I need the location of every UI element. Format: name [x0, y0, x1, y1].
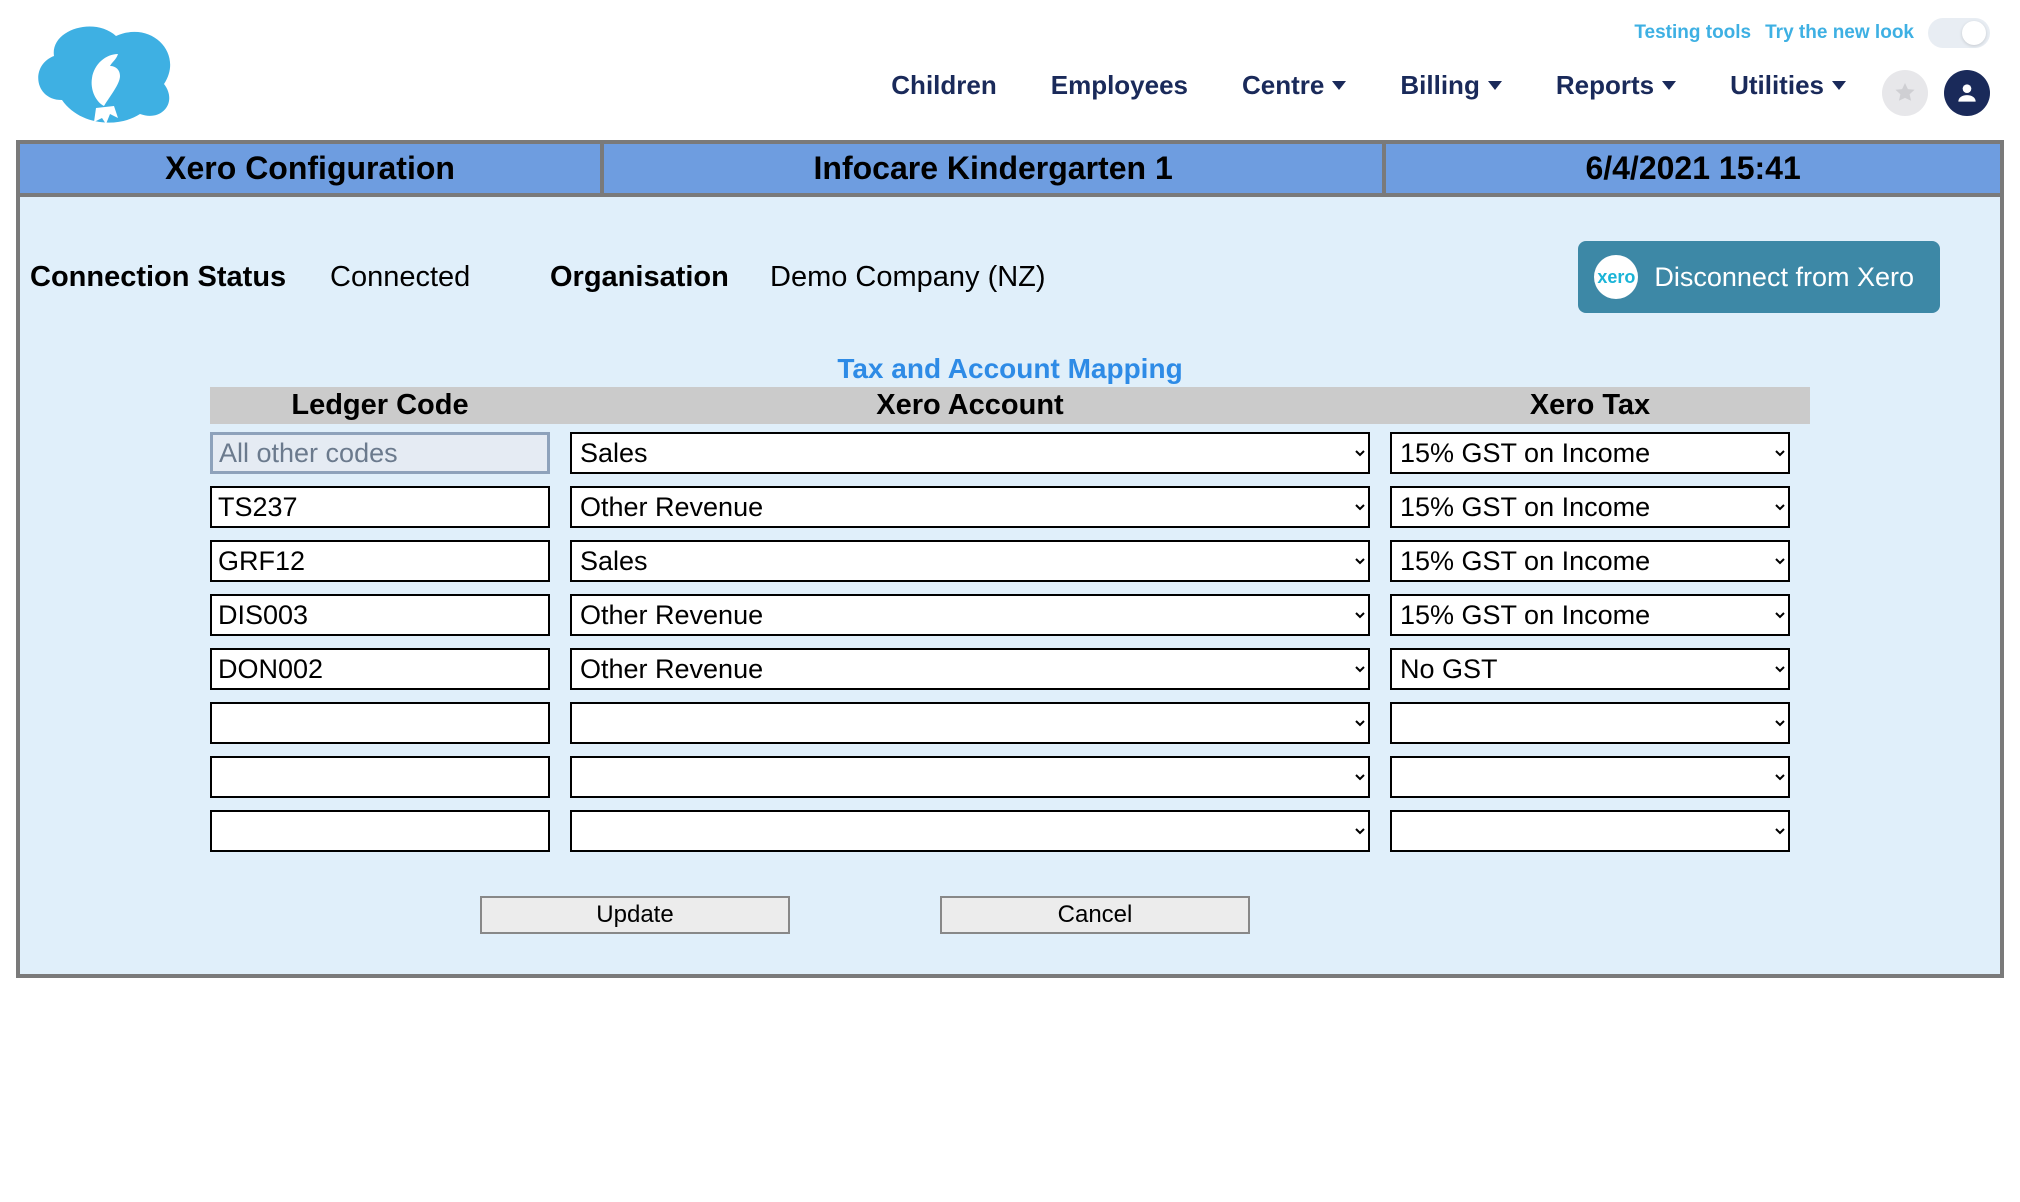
mapping-section: Tax and Account Mapping Ledger Code Xero… — [210, 353, 1810, 934]
nav-reports[interactable]: Reports — [1556, 70, 1676, 101]
ledger-code-input — [210, 432, 550, 474]
caret-down-icon — [1662, 81, 1676, 90]
ledger-code-input[interactable] — [210, 810, 550, 852]
title-center: Infocare Kindergarten 1 — [604, 144, 1386, 193]
organisation-label: Organisation — [550, 261, 760, 294]
xero-account-select[interactable]: SalesOther Revenue — [570, 648, 1370, 690]
user-icon — [1954, 80, 1980, 106]
nav-billing[interactable]: Billing — [1400, 70, 1501, 101]
mapping-header: Ledger Code Xero Account Xero Tax — [210, 387, 1810, 424]
mapping-title: Tax and Account Mapping — [210, 353, 1810, 385]
xero-badge-icon: xero — [1594, 255, 1638, 299]
caret-down-icon — [1488, 81, 1502, 90]
header-account: Xero Account — [570, 389, 1370, 422]
xero-tax-select[interactable]: 15% GST on IncomeNo GST — [1390, 486, 1790, 528]
connection-status-value: Connected — [330, 261, 540, 294]
nav-utilities-label: Utilities — [1730, 70, 1824, 101]
xero-tax-select[interactable]: 15% GST on IncomeNo GST — [1390, 594, 1790, 636]
status-row: Connection Status Connected Organisation… — [20, 197, 2000, 323]
main-nav: Children Employees Centre Billing Report… — [891, 70, 1996, 101]
user-menu-button[interactable] — [1944, 70, 1990, 116]
theme-toggle[interactable] — [1928, 18, 1990, 48]
xero-account-select[interactable]: SalesOther Revenue — [570, 540, 1370, 582]
xero-tax-select[interactable]: 15% GST on IncomeNo GST — [1390, 702, 1790, 744]
ledger-code-input[interactable] — [210, 702, 550, 744]
mapping-grid: SalesOther Revenue 15% GST on IncomeNo GS… — [210, 432, 1810, 852]
organisation-value: Demo Company (NZ) — [770, 261, 1130, 294]
nav-reports-label: Reports — [1556, 70, 1654, 101]
header-ledger: Ledger Code — [210, 389, 550, 422]
title-right: 6/4/2021 15:41 — [1386, 144, 2000, 193]
xero-account-select[interactable]: SalesOther Revenue — [570, 432, 1370, 474]
xero-tax-select[interactable]: 15% GST on IncomeNo GST — [1390, 756, 1790, 798]
top-bar: Testing tools Try the new look Children … — [0, 0, 2020, 140]
xero-tax-select[interactable]: 15% GST on IncomeNo GST — [1390, 810, 1790, 852]
ledger-code-input[interactable] — [210, 648, 550, 690]
ledger-code-input[interactable] — [210, 540, 550, 582]
nav-utilities[interactable]: Utilities — [1730, 70, 1846, 101]
caret-down-icon — [1332, 81, 1346, 90]
title-row: Xero Configuration Infocare Kindergarten… — [20, 144, 2000, 197]
nav-centre[interactable]: Centre — [1242, 70, 1346, 101]
ledger-code-input[interactable] — [210, 594, 550, 636]
caret-down-icon — [1832, 81, 1846, 90]
update-button[interactable]: Update — [480, 896, 790, 934]
disconnect-label: Disconnect from Xero — [1654, 262, 1914, 293]
cancel-button[interactable]: Cancel — [940, 896, 1250, 934]
nav-centre-label: Centre — [1242, 70, 1324, 101]
testing-tools-link[interactable]: Testing tools — [1634, 22, 1751, 44]
try-new-look-link[interactable]: Try the new look — [1765, 22, 1914, 44]
favorites-button[interactable] — [1882, 70, 1928, 116]
star-icon — [1893, 81, 1917, 105]
xero-tax-select[interactable]: 15% GST on IncomeNo GST — [1390, 540, 1790, 582]
ledger-code-input[interactable] — [210, 756, 550, 798]
xero-tax-select[interactable]: 15% GST on IncomeNo GST — [1390, 648, 1790, 690]
disconnect-xero-button[interactable]: xero Disconnect from Xero — [1578, 241, 1940, 313]
nav-billing-label: Billing — [1400, 70, 1479, 101]
xero-account-select[interactable]: SalesOther Revenue — [570, 756, 1370, 798]
top-right-icons — [1882, 70, 1990, 116]
header-tax: Xero Tax — [1390, 389, 1790, 422]
nav-children[interactable]: Children — [891, 70, 996, 101]
button-row: Update Cancel — [480, 896, 1810, 934]
xero-tax-select[interactable]: 15% GST on IncomeNo GST — [1390, 432, 1790, 474]
xero-account-select[interactable]: SalesOther Revenue — [570, 810, 1370, 852]
xero-account-select[interactable]: SalesOther Revenue — [570, 702, 1370, 744]
brand-logo — [24, 10, 184, 130]
top-links: Testing tools Try the new look — [1634, 18, 1990, 48]
nav-employees[interactable]: Employees — [1051, 70, 1188, 101]
connection-status-label: Connection Status — [30, 261, 320, 294]
config-panel: Xero Configuration Infocare Kindergarten… — [16, 140, 2004, 978]
title-left: Xero Configuration — [20, 144, 604, 193]
xero-account-select[interactable]: SalesOther Revenue — [570, 486, 1370, 528]
ledger-code-input[interactable] — [210, 486, 550, 528]
xero-account-select[interactable]: SalesOther Revenue — [570, 594, 1370, 636]
